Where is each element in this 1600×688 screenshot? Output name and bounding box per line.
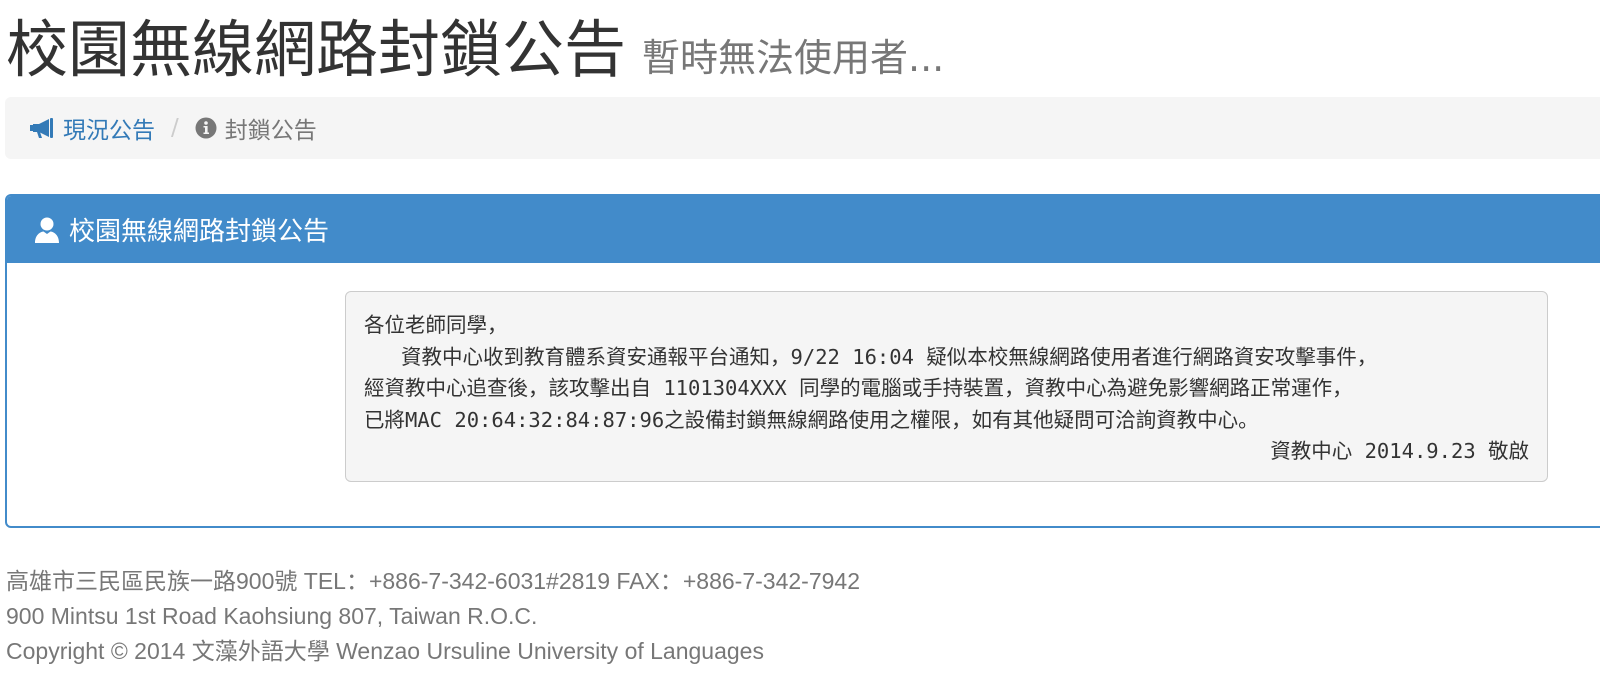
- breadcrumb: 現況公告 / 封鎖公告: [5, 97, 1600, 159]
- megaphone-icon: [29, 117, 57, 139]
- page-title: 校園無線網路封鎖公告: [6, 13, 627, 86]
- notice-box: 各位老師同學， 資教中心收到教育體系資安通報平台通知，9/22 16:04 疑似…: [345, 291, 1548, 482]
- notice-line: 資教中心收到教育體系資安通報平台通知，9/22 16:04 疑似本校無線網路使用…: [364, 344, 1378, 369]
- breadcrumb-current: 封鎖公告: [195, 111, 317, 145]
- info-circle-icon: [195, 117, 217, 139]
- footer-address-zh: 高雄市三民區民族一路900號 TEL：+886-7-342-6031#2819 …: [6, 568, 860, 594]
- breadcrumb-label-blocked: 封鎖公告: [224, 118, 317, 144]
- panel-heading: 校園無線網路封鎖公告: [7, 196, 1600, 263]
- footer-address-en: 900 Mintsu 1st Road Kaohsiung 807, Taiwa…: [6, 603, 538, 629]
- notice-line: 已將MAC 20:64:32:84:87:96之設備封鎖無線網路使用之權限，如有…: [364, 407, 1259, 432]
- notice-signature: 資教中心 2014.9.23 敬啟: [1270, 439, 1529, 463]
- announcement-panel: 校園無線網路封鎖公告 各位老師同學， 資教中心收到教育體系資安通報平台通知，9/…: [5, 194, 1600, 528]
- page-subtitle: 暫時無法使用者...: [642, 36, 945, 80]
- panel-title: 校園無線網路封鎖公告: [69, 217, 330, 247]
- footer-copyright: Copyright © 2014 文藻外語大學 Wenzao Ursuline …: [6, 638, 764, 664]
- footer: 高雄市三民區民族一路900號 TEL：+886-7-342-6031#2819 …: [6, 564, 860, 669]
- notice-line: 各位老師同學，: [364, 313, 508, 337]
- user-icon: [33, 216, 61, 244]
- breadcrumb-separator: /: [171, 115, 179, 141]
- notice-line: 經資教中心追查後，該攻擊出自 1101304XXX 同學的電腦或手持裝置，資教中…: [364, 376, 1353, 400]
- breadcrumb-label-announcements: 現況公告: [63, 118, 155, 144]
- page: 校園無線網路封鎖公告 暫時無法使用者... 現況公告 / 封鎖公告 校園無線網路…: [0, 0, 1600, 688]
- breadcrumb-link-announcements[interactable]: 現況公告: [29, 111, 155, 145]
- page-header: 校園無線網路封鎖公告 暫時無法使用者...: [6, 4, 944, 96]
